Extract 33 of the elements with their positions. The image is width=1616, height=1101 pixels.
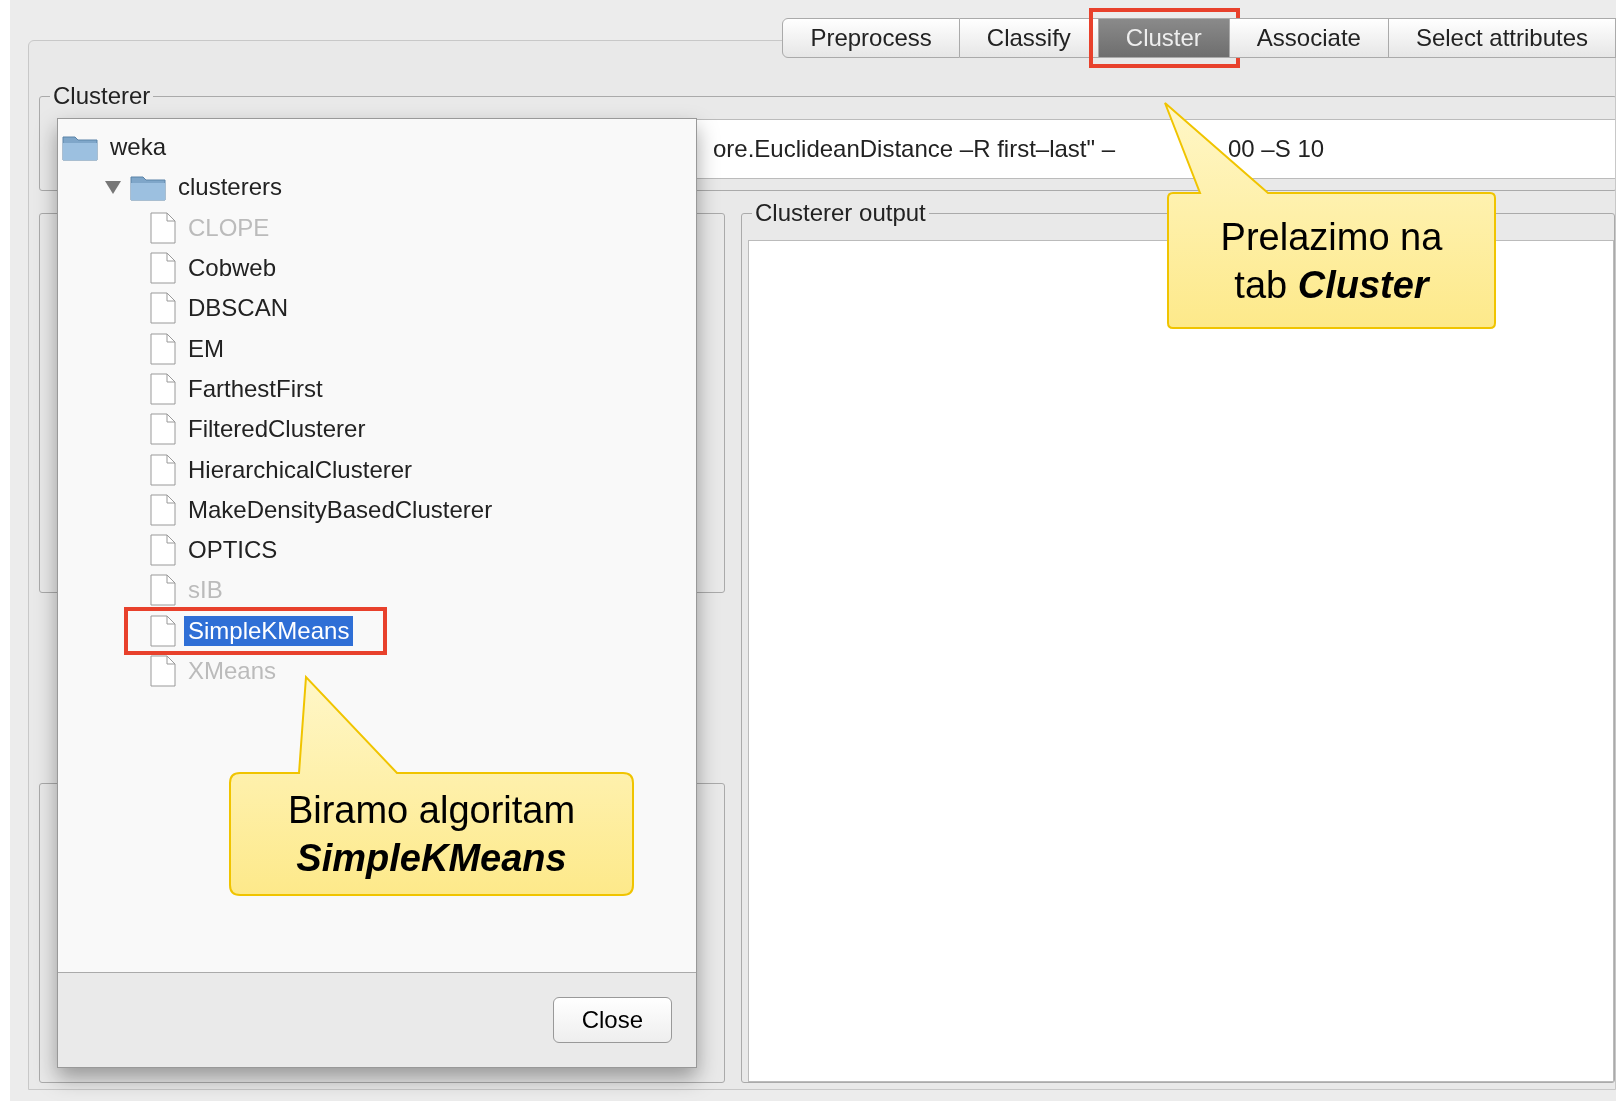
file-icon — [150, 655, 176, 687]
file-icon — [150, 574, 176, 607]
file-icon — [150, 493, 176, 526]
field-text: 00 –S 10 — [1228, 134, 1325, 164]
file-icon — [150, 292, 176, 325]
file-icon — [150, 332, 176, 365]
tree-item[interactable]: MakeDensityBasedClusterer — [184, 494, 497, 525]
file-icon — [150, 252, 176, 285]
file-icon — [150, 372, 176, 405]
folder-icon — [130, 173, 166, 202]
tab[interactable]: Select attributes — [1388, 18, 1616, 58]
callout-text: Prelazimo na tab Cluster — [1220, 214, 1443, 308]
folder-icon — [62, 133, 98, 162]
tree-item[interactable]: Cobweb — [184, 253, 281, 284]
tree-item[interactable]: FarthestFirst — [184, 373, 327, 404]
field-text: ore.EuclideanDistance –R first–last" – — [713, 134, 1116, 164]
callout-text: Biramo algoritam SimpleKMeans — [287, 788, 576, 881]
file-icon — [150, 413, 176, 446]
file-icon — [150, 614, 176, 647]
file-icon — [150, 211, 176, 244]
file-icon — [150, 453, 176, 486]
tree-item[interactable]: SimpleKMeans — [184, 615, 354, 646]
tree-item[interactable]: EM — [184, 333, 228, 364]
tab[interactable]: Associate — [1229, 18, 1389, 58]
close-button[interactable]: Close — [552, 997, 672, 1043]
tab[interactable]: Classify — [959, 18, 1099, 58]
file-icon — [150, 534, 176, 567]
tree-item[interactable]: DBSCAN — [184, 293, 293, 324]
tree-item[interactable]: FilteredClusterer — [184, 414, 370, 445]
tree-item[interactable]: OPTICS — [184, 535, 282, 566]
tree-item[interactable]: HierarchicalClusterer — [184, 454, 417, 485]
tab[interactable]: Preprocess — [782, 18, 960, 58]
tree-item[interactable]: weka — [106, 132, 171, 163]
